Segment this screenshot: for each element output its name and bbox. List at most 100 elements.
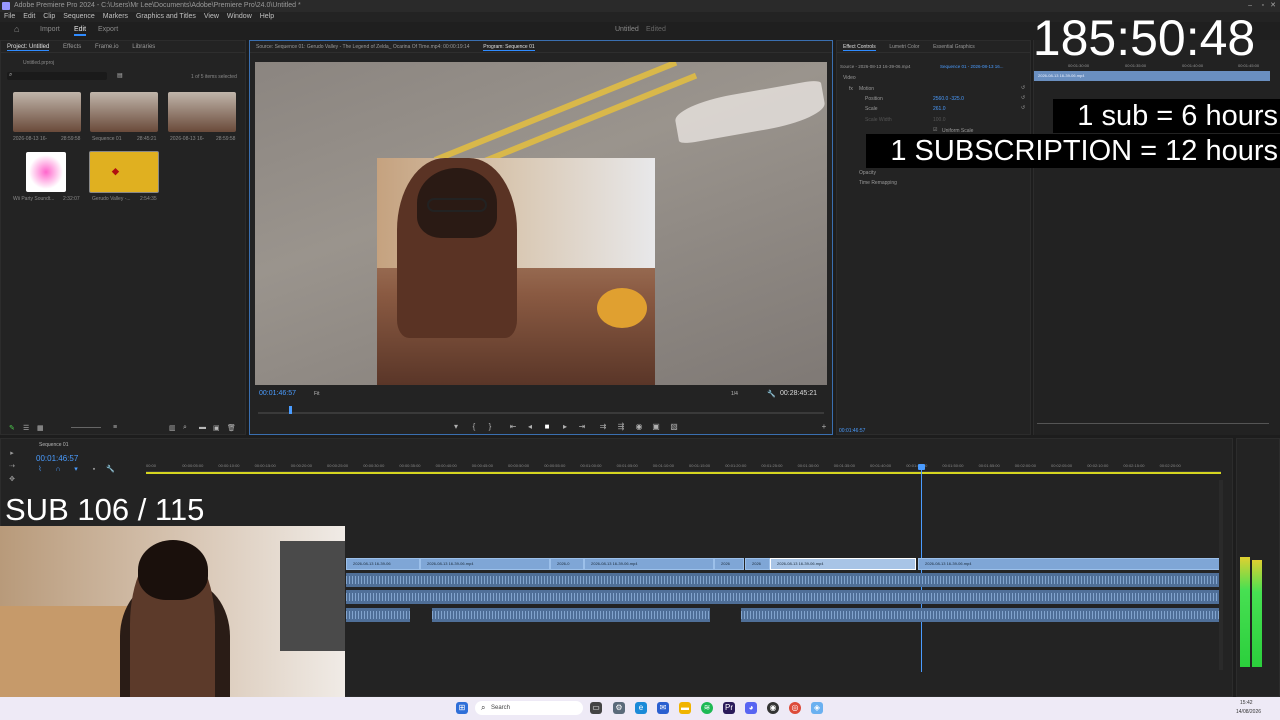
playhead-marker[interactable] [918,464,925,470]
fx-motion-row[interactable]: Motion [859,86,874,92]
trash-icon[interactable]: 🗑 [227,424,236,432]
comparison-view-icon[interactable]: ▣ [651,422,661,432]
fx-opacity-row[interactable]: Opacity [859,170,876,176]
tab-import[interactable]: Import [40,26,60,33]
project-item-thumb[interactable] [13,92,81,132]
export-frame-icon[interactable]: ◉ [634,422,644,432]
pencil-icon[interactable]: ✎ [9,424,15,432]
taskbar-time[interactable]: 15:42 [1240,700,1253,706]
program-timecode[interactable]: 00:01:46:57 [259,390,296,397]
linked-selection-icon[interactable]: ∩ [54,466,62,474]
premiere-taskbar-icon[interactable]: Pr [723,702,735,714]
tab-project[interactable]: Project: Untitled [7,44,50,51]
fx-mini-clip[interactable]: 2026-08-13 16-39-06.mp4 [1034,71,1270,81]
audio-track-a3[interactable] [432,608,710,622]
playhead-handle[interactable] [289,406,292,414]
button-editor-icon[interactable]: + [819,422,829,432]
audio-track-a3[interactable] [741,608,1220,622]
timeline-vertical-scrollbar[interactable] [1219,480,1223,670]
reset-icon[interactable]: ↺ [1021,95,1025,101]
new-bin-icon[interactable]: ▤ [117,72,123,79]
tab-lumetri-color[interactable]: Lumetri Color [889,44,919,50]
tab-export[interactable]: Export [98,26,118,33]
wrench-timeline-icon[interactable]: 🔧 [106,466,115,474]
fx-time-remapping-row[interactable]: Time Remapping [859,180,897,186]
work-area-bar[interactable] [146,472,1221,474]
tab-effects[interactable]: Effects [63,44,81,50]
project-search-input[interactable]: ⌕ [7,72,107,80]
fit-dropdown[interactable]: Fit [314,391,320,397]
uniform-scale-checkbox[interactable]: ☑ [933,127,937,133]
sort-icon[interactable]: ≡ [113,424,117,431]
reset-icon[interactable]: ↺ [1021,105,1025,111]
menu-file[interactable]: File [4,13,15,20]
home-icon[interactable]: ⌂ [14,24,19,34]
zoom-slider[interactable] [71,427,101,428]
timeline-timecode[interactable]: 00:01:46:57 [36,454,78,463]
project-item-thumb-selected[interactable]: ◆ [89,151,159,193]
fx-position-value[interactable]: 2560.0 -325.0 [933,96,964,102]
spotify-icon[interactable]: ≋ [701,702,713,714]
project-item-thumb[interactable] [90,92,158,132]
fx-scale-value[interactable]: 261.0 [933,106,946,112]
project-item-thumb[interactable] [168,92,236,132]
resolution-dropdown[interactable]: 1/4 [731,391,738,397]
menu-markers[interactable]: Markers [103,13,128,20]
new-item-icon[interactable]: ▣ [213,424,220,432]
selection-tool-icon[interactable]: ▸ [8,450,16,458]
edge-icon[interactable]: e [635,702,647,714]
ripple-edit-icon[interactable]: ✥ [8,476,16,484]
vr-view-icon[interactable]: ▧ [669,422,679,432]
mail-icon[interactable]: ✉ [657,702,669,714]
playhead-scrubber[interactable] [258,412,824,414]
wrench-icon[interactable]: 🔧 [767,390,776,398]
tab-program-monitor[interactable]: Program: Sequence 01 [483,44,535,51]
stop-button[interactable]: ■ [542,422,552,432]
video-clip[interactable]: 2026-08-13 16-39-06.mp4 [584,558,714,570]
track-select-icon[interactable]: ⇢ [8,463,16,471]
video-clip[interactable]: 2026 [745,558,770,570]
overwrite-icon[interactable]: ⇶ [616,422,626,432]
mark-out-icon[interactable]: } [485,422,495,432]
tab-libraries[interactable]: Libraries [132,44,155,50]
menu-window[interactable]: Window [227,13,252,20]
reset-icon[interactable]: ↺ [1021,85,1025,91]
captions-icon[interactable]: ▪ [90,466,98,474]
fx-sequence-label[interactable]: Sequence 01 - 2026-08-13 16... [940,64,1004,69]
discord-icon[interactable]: ◕ [745,702,757,714]
tab-frameio[interactable]: Frame.io [95,44,119,50]
step-back-icon[interactable]: ◂ [525,422,535,432]
tab-sequence[interactable]: Sequence 01 [39,442,68,448]
file-explorer-icon[interactable]: ▬ [679,702,691,714]
task-view-icon[interactable]: ▭ [590,702,602,714]
audio-track-a1[interactable] [346,573,1220,587]
menu-sequence[interactable]: Sequence [63,13,95,20]
video-clip[interactable]: 2026-08-13 16-39-06.mp4 [918,558,1220,570]
fx-source-label[interactable]: Source - 2026-08-13 16-39-06.mp4 [840,64,911,69]
menu-edit[interactable]: Edit [23,13,35,20]
audio-track-a2[interactable] [346,590,1220,604]
video-clip[interactable]: 2026 [714,558,744,570]
settings-icon[interactable]: ⚙ [613,702,625,714]
automate-icon[interactable]: ▥ [169,424,176,432]
step-forward-icon[interactable]: ▸ [560,422,570,432]
tab-edit[interactable]: Edit [74,26,87,36]
add-marker-timeline-icon[interactable]: ▾ [72,466,80,474]
taskbar-search-input[interactable]: Search [475,701,583,715]
find-icon[interactable]: ⌕ [183,424,187,432]
snap-icon[interactable]: ⌇ [36,466,44,474]
add-marker-icon[interactable]: ▾ [451,422,461,432]
tab-source-monitor[interactable]: Source: Sequence 01: Gerudo Valley - The… [256,44,470,50]
project-item-thumb[interactable] [26,152,66,192]
menu-graphics[interactable]: Graphics and Titles [136,13,196,20]
taskbar-date[interactable]: 14/08/2026 [1236,709,1261,715]
video-clip[interactable]: 2026-08-13 16-39-06 [346,558,420,570]
audio-track-a3[interactable] [346,608,410,622]
video-clip[interactable]: 2026-08-13 16-39-06.mp4 [770,558,916,570]
chrome-icon[interactable]: ◎ [789,702,801,714]
menu-help[interactable]: Help [260,13,274,20]
insert-icon[interactable]: ⇉ [598,422,608,432]
icon-view-icon[interactable]: ▦ [37,424,44,432]
tab-essential-graphics[interactable]: Essential Graphics [933,44,975,50]
app-icon[interactable]: ◈ [811,702,823,714]
